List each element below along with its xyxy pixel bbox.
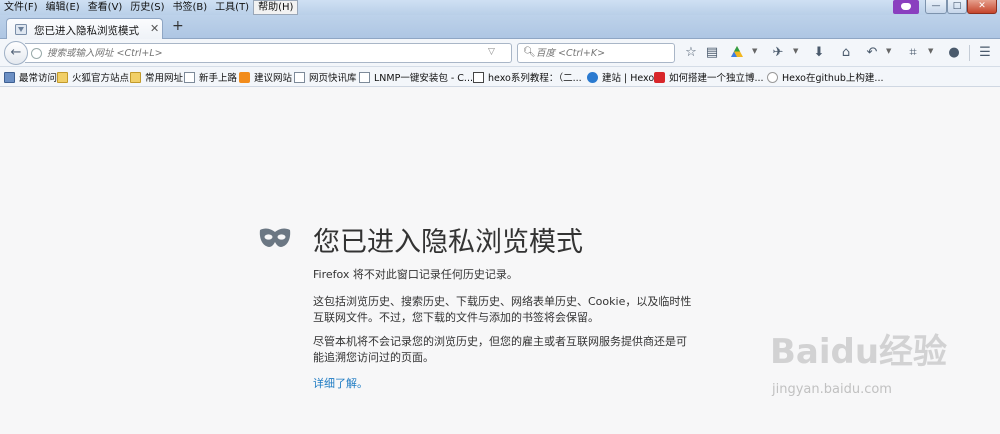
search-input[interactable] [536, 46, 670, 61]
url-input[interactable] [47, 46, 487, 61]
page-content: 您已进入隐私浏览模式 Firefox 将不对此窗口记录任何历史记录。 这包括浏览… [0, 88, 1000, 434]
bookmark-label: 如何搭建一个独立博... [669, 73, 764, 84]
page-icon [294, 71, 305, 83]
bookmark-independent-blog[interactable]: 如何搭建一个独立博... [654, 70, 764, 84]
menu-file[interactable]: 文件(F) [0, 0, 42, 15]
folder-icon [57, 71, 68, 83]
download-icon[interactable]: ⬇ [811, 45, 827, 61]
suggested-sites-icon [239, 71, 250, 83]
folder-icon [4, 71, 15, 83]
bookmark-label: LNMP一键安装包 - C... [374, 73, 473, 84]
bookmark-label: 常用网址 [145, 73, 184, 84]
bookmark-hexo-github[interactable]: Hexo在github上构建... [767, 70, 884, 84]
back-button[interactable]: ← [4, 41, 28, 65]
home-icon[interactable]: ⌂ [838, 45, 854, 61]
bookmark-label: 最常访问 [19, 73, 58, 84]
bookmark-label: 火狐官方站点 [72, 73, 130, 84]
extension-icon[interactable]: ✈ [770, 45, 786, 61]
bookmark-firefox-official[interactable]: 火狐官方站点 [57, 70, 129, 84]
blog-icon [473, 71, 484, 83]
folder-icon [130, 71, 141, 83]
navigation-toolbar: ▽ → ← 🔍︎ ☆ ▤ ▼ ✈ ▼ ⬇ ⌂ ↶ ▼ ⌗ ▼ ● ☰ [0, 39, 1000, 67]
page-icon [359, 71, 370, 83]
bookmark-label: 建站 | Hexo [602, 73, 655, 84]
private-browsing-badge [893, 0, 919, 14]
bookmark-label: 新手上路 [199, 73, 238, 84]
chat-icon[interactable]: ● [946, 45, 962, 61]
bookmark-label: Hexo在github上构建... [782, 73, 884, 84]
bookmarks-toolbar: 最常访问 火狐官方站点 常用网址 新手上路 建议网站 网页快讯库 LNMP一键安… [0, 67, 1000, 87]
site-icon [767, 71, 778, 83]
private-mask-icon [259, 228, 291, 247]
menu-edit[interactable]: 编辑(E) [42, 0, 84, 15]
private-favicon-icon [15, 24, 27, 35]
bookmark-web-slice[interactable]: 网页快讯库 [294, 70, 357, 84]
private-mask-icon [901, 3, 911, 10]
bookmark-hexo-tutorial[interactable]: hexo系列教程：（二... [473, 70, 582, 84]
bookmark-suggested-sites[interactable]: 建议网站 [239, 70, 292, 84]
site-identity-icon[interactable] [31, 48, 42, 59]
bookmark-getting-started[interactable]: 新手上路 [184, 70, 237, 84]
toolbar-separator [969, 45, 970, 61]
tab-close-icon[interactable]: ✕ [150, 22, 159, 35]
drive-icon[interactable] [729, 45, 745, 61]
bookmark-common-sites[interactable]: 常用网址 [130, 70, 183, 84]
private-description: Firefox 将不对此窗口记录任何历史记录。 [313, 268, 518, 281]
tab-private-browsing[interactable]: 您已进入隐私浏览模式 ✕ [6, 18, 163, 40]
reading-list-icon[interactable]: ▤ [704, 45, 720, 61]
url-history-dropdown-icon[interactable]: ▽ [488, 47, 495, 57]
menu-help[interactable]: 帮助(H) [253, 0, 299, 15]
new-tab-button[interactable]: + [172, 18, 184, 34]
tab-title: 您已进入隐私浏览模式 [34, 25, 139, 37]
screenshot-dropdown-icon[interactable]: ▼ [928, 47, 933, 55]
star-icon[interactable]: ☆ [683, 45, 699, 61]
bookmark-label: 建议网站 [254, 73, 293, 84]
menu-bookmarks[interactable]: 书签(B) [169, 0, 212, 15]
back-history-icon[interactable]: ↶ [864, 45, 880, 61]
extension-dropdown-icon[interactable]: ▼ [793, 47, 798, 55]
url-bar[interactable]: ▽ → [25, 43, 531, 63]
tab-strip: 您已进入隐私浏览模式 ✕ + [0, 15, 1000, 40]
private-warning: 尽管本机将不会记录您的浏览历史，但您的雇主或者互联网服务提供商还是可能追溯您访问… [313, 335, 687, 364]
csdn-icon [654, 71, 665, 83]
minimize-button[interactable]: — [925, 0, 947, 14]
search-bar[interactable]: 🔍︎ [517, 43, 675, 63]
page-icon [184, 71, 195, 83]
baidu-watermark: Baidu经验 jingyan.baidu.com [770, 324, 990, 424]
title-bar: 文件(F) 编辑(E) 查看(V) 历史(S) 书签(B) 工具(T) 帮助(H… [0, 0, 1000, 15]
hexo-icon [587, 71, 598, 83]
menu-icon[interactable]: ☰ [977, 45, 993, 61]
drive-dropdown-icon[interactable]: ▼ [752, 47, 757, 55]
page-title: 您已进入隐私浏览模式 [313, 227, 583, 258]
watermark-url: jingyan.baidu.com [772, 382, 892, 397]
private-details: 这包括浏览历史、搜索历史、下载历史、网络表单历史、Cookie，以及临时性互联网… [313, 295, 692, 324]
menu-bar: 文件(F) 编辑(E) 查看(V) 历史(S) 书签(B) 工具(T) 帮助(H… [0, 0, 299, 15]
watermark-logo: Baidu经验 [770, 332, 948, 372]
history-dropdown-icon[interactable]: ▼ [886, 47, 891, 55]
bookmark-most-visited[interactable]: 最常访问 [4, 70, 57, 84]
bookmark-hexo-site[interactable]: 建站 | Hexo [587, 70, 654, 84]
menu-view[interactable]: 查看(V) [84, 0, 127, 15]
bookmark-label: 网页快讯库 [309, 73, 357, 84]
maximize-button[interactable]: □ [947, 0, 967, 14]
learn-more-link[interactable]: 详细了解。 [313, 375, 368, 391]
menu-tools[interactable]: 工具(T) [211, 0, 253, 15]
search-engine-icon[interactable]: 🔍︎ [523, 47, 536, 58]
bookmark-label: hexo系列教程：（二... [488, 73, 582, 84]
close-window-button[interactable]: ✕ [967, 0, 997, 14]
screenshot-icon[interactable]: ⌗ [905, 45, 921, 61]
menu-history[interactable]: 历史(S) [126, 0, 168, 15]
bookmark-lnmp[interactable]: LNMP一键安装包 - C... [359, 70, 473, 84]
